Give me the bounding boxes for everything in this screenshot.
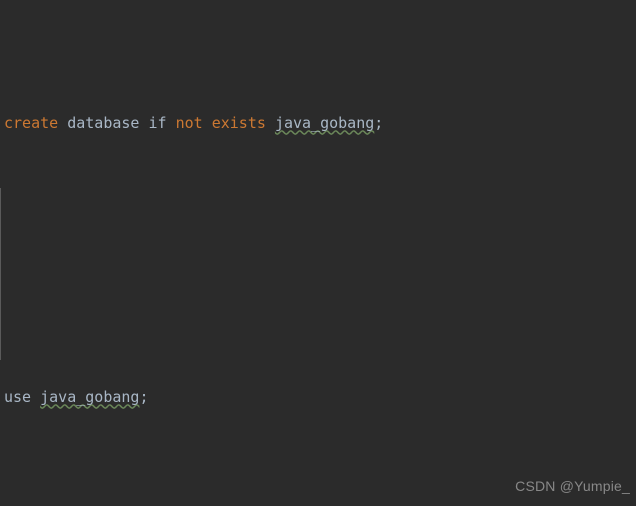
sql-code-editor[interactable]: create database if not exists java_goban… bbox=[0, 0, 636, 506]
keyword-if: if bbox=[148, 113, 167, 132]
code-line-blank-1[interactable] bbox=[0, 247, 636, 274]
semicolon: ; bbox=[374, 113, 384, 132]
keyword-database: database bbox=[67, 113, 140, 132]
identifier-database-name: java_gobang bbox=[274, 113, 375, 132]
keyword-exists: exists bbox=[211, 113, 266, 132]
semicolon: ; bbox=[139, 387, 149, 406]
keyword-not: not bbox=[175, 113, 203, 132]
identifier-database-name: java_gobang bbox=[40, 387, 140, 406]
keyword-create: create bbox=[4, 113, 59, 132]
editor-code-area[interactable]: create database if not exists java_goban… bbox=[0, 0, 636, 506]
code-line-use-database[interactable]: use java_gobang; bbox=[0, 384, 636, 411]
keyword-use: use bbox=[4, 387, 32, 406]
code-line-create-database[interactable]: create database if not exists java_goban… bbox=[0, 110, 636, 137]
csdn-watermark: CSDN @Yumpie_ bbox=[515, 477, 630, 494]
